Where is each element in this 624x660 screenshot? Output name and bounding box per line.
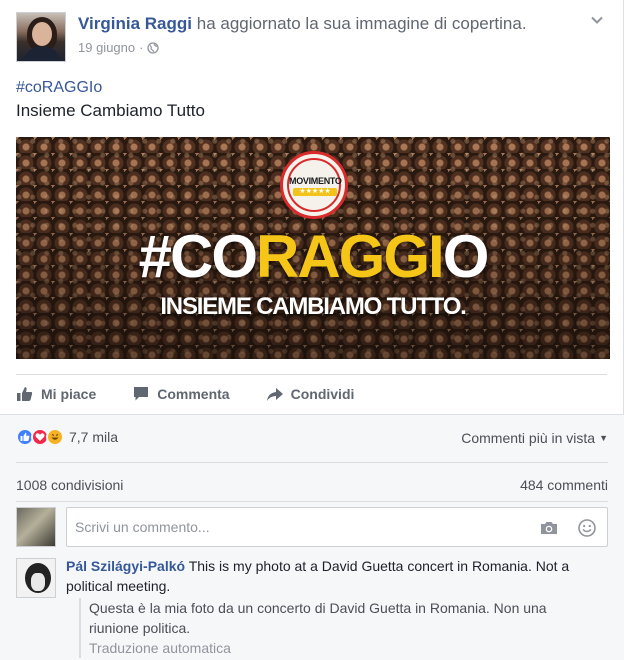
cover-image[interactable]: MOVIMENTO ★★★★★ #CORAGGIO INSIEME CAMBIA…: [16, 137, 610, 359]
commenter-name-link[interactable]: Pál Szilágyi-Palkó: [66, 558, 185, 574]
author-name-link[interactable]: Virginia Raggi: [78, 14, 192, 33]
thumbs-up-icon: [17, 387, 33, 401]
logo-word: MOVIMENTO: [289, 176, 342, 186]
feedback-area: 7,7 mila Commenti più in vista ▼ 1008 co…: [0, 414, 624, 660]
comment-input[interactable]: Scrivi un commento...: [66, 507, 608, 547]
comment-translation: Questa è la mia foto da un concerto di D…: [79, 598, 599, 658]
avatar-body: [23, 46, 61, 61]
logo-stars: ★★★★★: [293, 188, 337, 196]
headline-part-1: #CO: [138, 223, 258, 290]
share-button[interactable]: Condividi: [266, 382, 355, 406]
share-label: Condividi: [290, 386, 355, 402]
camera-icon[interactable]: [539, 518, 559, 538]
commenter-avatar[interactable]: [16, 558, 56, 598]
sort-label: Commenti più in vista: [461, 430, 596, 446]
comment-sort-dropdown[interactable]: Commenti più in vista ▼: [461, 430, 608, 446]
shares-count-link[interactable]: 1008 condivisioni: [16, 477, 123, 493]
divider: [16, 501, 608, 502]
reactions-summary[interactable]: 7,7 mila: [16, 428, 118, 446]
post-meta: 19 giugno ·: [78, 40, 160, 55]
share-icon: [266, 388, 283, 401]
headline-part-3: O: [442, 223, 490, 290]
avatar-face: [32, 22, 52, 46]
cover-subline: INSIEME CAMBIAMO TUTTO.: [160, 293, 466, 320]
chevron-down-icon[interactable]: [587, 12, 607, 32]
post-header: Virginia Raggi ha aggiornato la sua imma…: [16, 12, 607, 64]
comment-input-placeholder: Scrivi un commento...: [75, 519, 210, 535]
hashtag-link[interactable]: #coRAGGIo: [16, 79, 102, 97]
headline-part-2: RAGGI: [256, 223, 445, 290]
cover-headline: #CORAGGIO: [16, 225, 610, 289]
reactions-count[interactable]: 7,7 mila: [69, 429, 118, 445]
globe-icon[interactable]: [147, 41, 160, 54]
post-text: Insieme Cambiamo Tutto: [16, 101, 205, 120]
divider: [16, 462, 608, 463]
commenter-face: [31, 573, 45, 591]
current-user-avatar[interactable]: [16, 507, 56, 547]
like-label: Mi piace: [41, 386, 97, 402]
post-headline: Virginia Raggi ha aggiornato la sua imma…: [78, 14, 527, 34]
comments-count-link[interactable]: 484 commenti: [520, 477, 608, 493]
post-card: Virginia Raggi ha aggiornato la sua imma…: [0, 0, 624, 660]
post-date-link[interactable]: 19 giugno: [78, 40, 135, 55]
comment-icon: [134, 387, 149, 401]
meta-separator: ·: [139, 40, 144, 55]
like-button[interactable]: Mi piace: [16, 382, 96, 406]
action-bar: Mi piace Commenta Condividi: [16, 382, 354, 406]
caret-down-icon: ▼: [599, 433, 608, 443]
comment-label: Commenta: [157, 386, 230, 402]
haha-reaction-icon: [46, 428, 64, 446]
emoji-icon[interactable]: [577, 518, 597, 538]
post-action-text: ha aggiornato la sua immagine di coperti…: [196, 14, 527, 33]
movimento-logo: MOVIMENTO ★★★★★: [280, 151, 348, 219]
comment-body: Pál Szilágyi-Palkó This is my photo at a…: [66, 556, 596, 596]
translation-text: Questa è la mia foto da un concerto di D…: [89, 600, 547, 636]
auto-translation-label[interactable]: Traduzione automatica: [89, 638, 599, 658]
comment-button[interactable]: Commenta: [132, 382, 230, 406]
divider: [16, 374, 607, 375]
author-avatar[interactable]: [16, 12, 66, 62]
